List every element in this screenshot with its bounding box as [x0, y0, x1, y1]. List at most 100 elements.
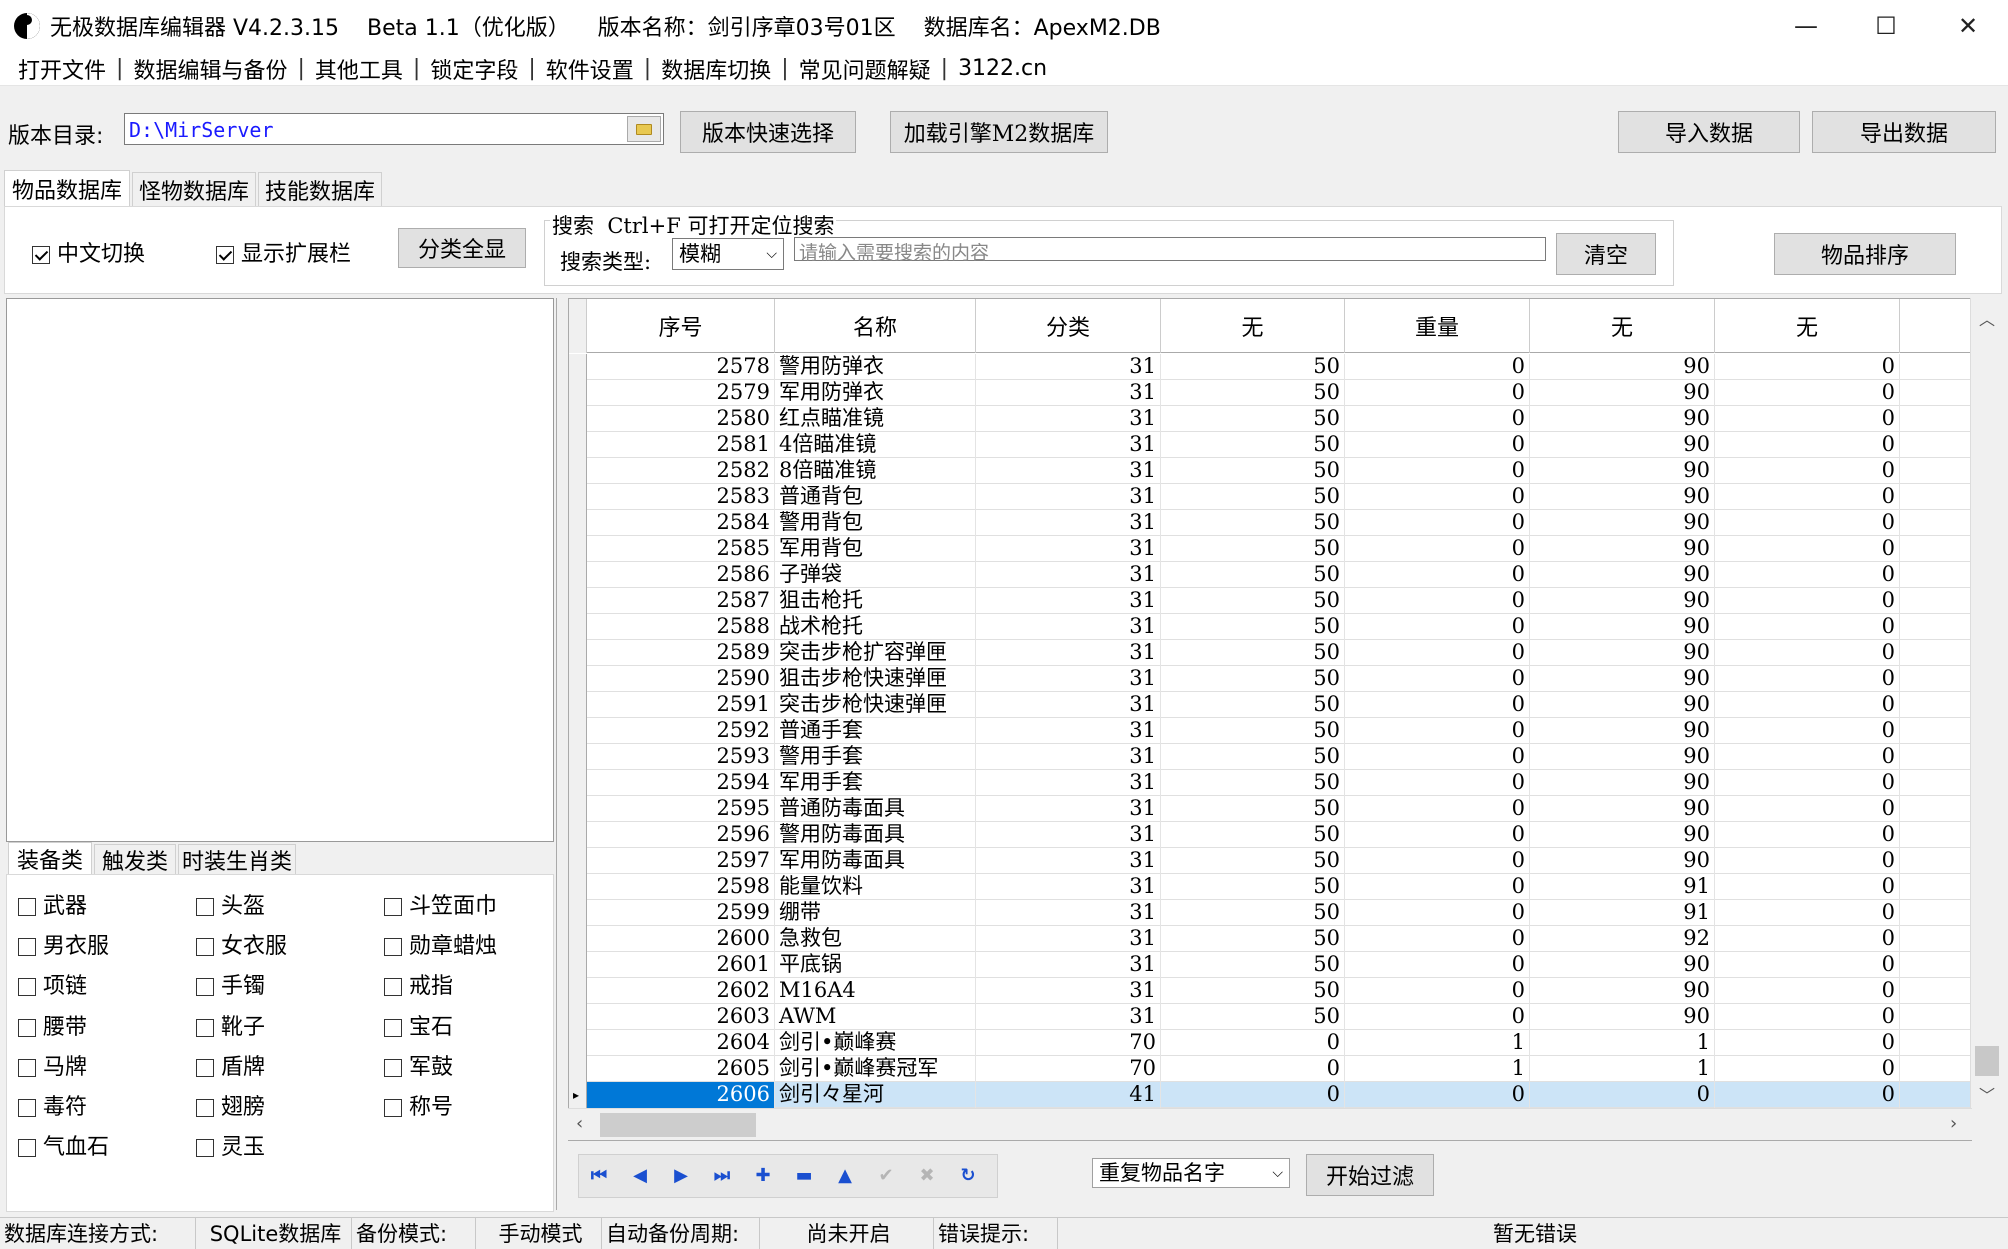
quick-select-button[interactable]: 版本快速选择	[680, 111, 856, 153]
table-cell[interactable]: 31	[976, 796, 1161, 822]
folder-icon[interactable]	[627, 116, 661, 142]
table-cell[interactable]: 0	[1345, 692, 1530, 718]
category-checkbox[interactable]: 勋章蜡烛	[384, 928, 497, 960]
table-cell[interactable]: 0	[1345, 926, 1530, 952]
items-grid[interactable]: 序号 名称 分类无重量无无 2578 警用防弹衣 31 50 0 90 0 2579 军用防弹衣 31…	[568, 298, 1972, 1141]
table-cell[interactable]: 31	[976, 640, 1161, 666]
table-row[interactable]: 2593 警用手套 31 50 0 90 0	[569, 744, 1971, 770]
table-cell[interactable]: 2599	[587, 900, 775, 926]
table-cell[interactable]: 军用背包	[775, 536, 976, 562]
table-cell[interactable]: 0	[1345, 796, 1530, 822]
row-indicator[interactable]	[569, 718, 587, 744]
table-cell[interactable]: 31	[976, 562, 1161, 588]
search-input[interactable]: 请输入需要搜索的内容	[794, 237, 1546, 264]
table-cell[interactable]: 平底锅	[775, 952, 976, 978]
table-row[interactable]: 2599 绷带 31 50 0 91 0	[569, 900, 1971, 926]
table-cell[interactable]: 31	[976, 510, 1161, 536]
menu-item[interactable]: 3122.cn	[948, 56, 1057, 81]
table-cell[interactable]: 50	[1161, 822, 1345, 848]
table-cell[interactable]: 90	[1530, 432, 1715, 458]
table-cell[interactable]: 90	[1530, 796, 1715, 822]
table-cell[interactable]: 0	[1715, 744, 1900, 770]
table-cell[interactable]: 红点瞄准镜	[775, 406, 976, 432]
menu-item[interactable]: 数据库切换	[651, 53, 781, 85]
table-cell[interactable]: 绷带	[775, 900, 976, 926]
edit-icon[interactable]: ▲	[832, 1162, 858, 1188]
table-cell[interactable]: 0	[1345, 718, 1530, 744]
table-row[interactable]: 2584 警用背包 31 50 0 90 0	[569, 510, 1971, 536]
table-cell[interactable]: 0	[1715, 588, 1900, 614]
table-row[interactable]: 2600 急救包 31 50 0 92 0	[569, 926, 1971, 952]
table-cell[interactable]: 31	[976, 458, 1161, 484]
table-row[interactable]: 2595 普通防毒面具 31 50 0 90 0	[569, 796, 1971, 822]
table-cell[interactable]: 0	[1345, 458, 1530, 484]
table-cell[interactable]: 90	[1530, 952, 1715, 978]
table-cell[interactable]: 0	[1715, 952, 1900, 978]
table-cell[interactable]: 90	[1530, 848, 1715, 874]
column-header[interactable]: 名称	[775, 299, 976, 353]
table-cell[interactable]: 31	[976, 744, 1161, 770]
table-cell[interactable]: 0	[1715, 380, 1900, 406]
row-indicator[interactable]	[569, 666, 587, 692]
table-cell[interactable]: 91	[1530, 874, 1715, 900]
row-indicator[interactable]	[569, 744, 587, 770]
table-cell[interactable]: 0	[1715, 692, 1900, 718]
table-cell[interactable]: 0	[1345, 874, 1530, 900]
table-cell[interactable]: 1	[1530, 1056, 1715, 1082]
table-cell[interactable]: 90	[1530, 978, 1715, 1004]
table-cell[interactable]: 50	[1161, 640, 1345, 666]
table-cell[interactable]: 50	[1161, 874, 1345, 900]
splitter[interactable]	[556, 298, 566, 1210]
table-cell[interactable]: 50	[1161, 926, 1345, 952]
column-header[interactable]: 无	[1530, 299, 1715, 353]
post-icon[interactable]: ✔	[873, 1162, 899, 1188]
item-sort-button[interactable]: 物品排序	[1774, 233, 1956, 275]
table-cell[interactable]: 2594	[587, 770, 775, 796]
table-cell[interactable]: 普通手套	[775, 718, 976, 744]
row-indicator[interactable]	[569, 848, 587, 874]
row-indicator[interactable]	[569, 952, 587, 978]
table-row[interactable]: 2598 能量饮料 31 50 0 91 0	[569, 874, 1971, 900]
table-cell[interactable]: 8倍瞄准镜	[775, 458, 976, 484]
row-indicator[interactable]	[569, 692, 587, 718]
minimize-button[interactable]: —	[1766, 0, 1846, 52]
table-row[interactable]: 2602 M16A4 31 50 0 90 0	[569, 978, 1971, 1004]
table-cell[interactable]: 剑引•巅峰赛	[775, 1030, 976, 1056]
table-row[interactable]: 2588 战术枪托 31 50 0 90 0	[569, 614, 1971, 640]
table-cell[interactable]: 0	[1715, 484, 1900, 510]
table-cell[interactable]: 0	[1345, 354, 1530, 380]
table-cell[interactable]: 31	[976, 952, 1161, 978]
table-cell[interactable]: 能量饮料	[775, 874, 976, 900]
menu-item[interactable]: 其他工具	[305, 53, 413, 85]
table-cell[interactable]: 1	[1345, 1030, 1530, 1056]
table-cell[interactable]: 70	[976, 1056, 1161, 1082]
table-cell[interactable]: 50	[1161, 536, 1345, 562]
row-indicator[interactable]	[569, 562, 587, 588]
table-cell[interactable]: 2595	[587, 796, 775, 822]
table-cell[interactable]: 警用防弹衣	[775, 354, 976, 380]
category-checkbox[interactable]: 男衣服	[18, 928, 109, 960]
scroll-right-icon[interactable]: ›	[1950, 1113, 1957, 1134]
scroll-up-icon[interactable]: ︿	[1979, 306, 1995, 330]
table-cell[interactable]: 0	[1345, 484, 1530, 510]
category-checkbox[interactable]: 手镯	[196, 968, 265, 1000]
row-indicator[interactable]	[569, 900, 587, 926]
table-cell[interactable]: 军用手套	[775, 770, 976, 796]
table-cell[interactable]: 50	[1161, 432, 1345, 458]
table-row[interactable]: 2587 狙击枪托 31 50 0 90 0	[569, 588, 1971, 614]
table-cell[interactable]: 0	[1715, 614, 1900, 640]
row-indicator[interactable]	[569, 640, 587, 666]
table-cell[interactable]: 0	[1345, 536, 1530, 562]
table-cell[interactable]: 50	[1161, 900, 1345, 926]
category-checkbox[interactable]: 毒符	[18, 1089, 87, 1121]
clear-button[interactable]: 清空	[1556, 233, 1656, 275]
table-cell[interactable]: 31	[976, 406, 1161, 432]
table-cell[interactable]: 50	[1161, 614, 1345, 640]
table-cell[interactable]: 2597	[587, 848, 775, 874]
table-cell[interactable]: 50	[1161, 770, 1345, 796]
row-indicator[interactable]	[569, 1056, 587, 1082]
table-cell[interactable]: 1	[1345, 1056, 1530, 1082]
table-cell[interactable]: 2585	[587, 536, 775, 562]
last-icon[interactable]: ⏭	[709, 1162, 735, 1188]
menu-item[interactable]: 数据编辑与备份	[123, 53, 297, 85]
